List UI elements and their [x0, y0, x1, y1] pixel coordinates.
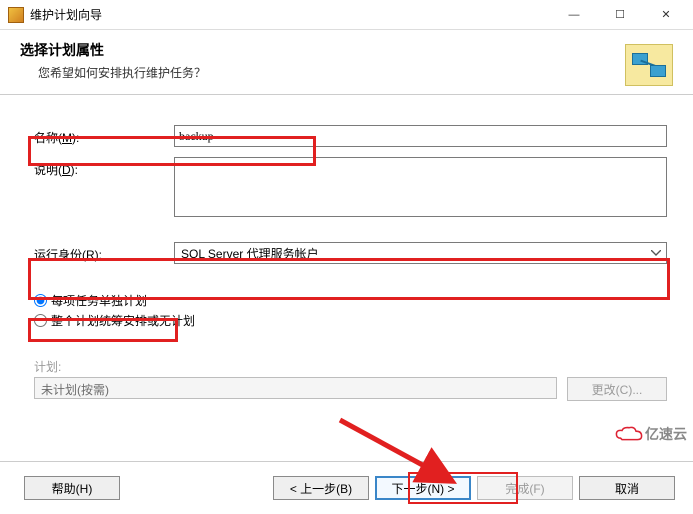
radio-single-plan-label: 整个计划统筹安排或无计划	[51, 312, 195, 329]
schedule-mode-group: 每项任务单独计划 整个计划统筹安排或无计划	[34, 290, 667, 330]
name-label: 名称(M):	[34, 125, 174, 146]
cancel-button[interactable]: 取消	[579, 476, 675, 500]
window-titlebar: 维护计划向导 — ☐ ✕	[0, 0, 693, 30]
finish-button: 完成(F)	[477, 476, 573, 500]
form-area: 名称(M): 说明(D): 运行身份(R): SQL Server 代理服务帐户	[0, 95, 693, 405]
runas-select[interactable]: SQL Server 代理服务帐户	[174, 242, 667, 264]
name-input[interactable]	[174, 125, 667, 147]
minimize-button[interactable]: —	[551, 1, 597, 29]
description-row: 说明(D):	[34, 157, 667, 220]
schedule-block: 计划: 未计划(按需) 更改(C)...	[34, 358, 667, 401]
page-title: 选择计划属性	[20, 40, 625, 60]
name-row: 名称(M):	[34, 125, 667, 147]
schedule-label: 计划:	[34, 358, 667, 375]
wizard-icon	[625, 44, 673, 86]
radio-single-plan[interactable]: 整个计划统筹安排或无计划	[34, 310, 667, 330]
description-input[interactable]	[174, 157, 667, 217]
chevron-down-icon	[648, 245, 664, 261]
change-schedule-button: 更改(C)...	[567, 377, 667, 401]
window-title: 维护计划向导	[30, 6, 551, 23]
close-button[interactable]: ✕	[643, 1, 689, 29]
runas-value: SQL Server 代理服务帐户	[181, 245, 648, 262]
description-label: 说明(D):	[34, 157, 174, 178]
page-subtitle: 您希望如何安排执行维护任务？	[38, 64, 625, 81]
next-button[interactable]: 下一步(N) >	[375, 476, 471, 500]
wizard-footer: 帮助(H) < 上一步(B) 下一步(N) > 完成(F) 取消	[0, 461, 693, 514]
help-button[interactable]: 帮助(H)	[24, 476, 120, 500]
back-button[interactable]: < 上一步(B)	[273, 476, 369, 500]
watermark: 亿速云	[615, 424, 687, 444]
runas-row: 运行身份(R): SQL Server 代理服务帐户	[34, 242, 667, 264]
radio-per-task-label: 每项任务单独计划	[51, 292, 147, 309]
runas-label: 运行身份(R):	[34, 242, 174, 263]
schedule-value: 未计划(按需)	[34, 377, 557, 399]
app-icon	[8, 7, 24, 23]
wizard-header: 选择计划属性 您希望如何安排执行维护任务？	[0, 30, 693, 94]
radio-single-plan-input[interactable]	[34, 314, 47, 327]
maximize-button[interactable]: ☐	[597, 1, 643, 29]
radio-per-task[interactable]: 每项任务单独计划	[34, 290, 667, 310]
radio-per-task-input[interactable]	[34, 294, 47, 307]
